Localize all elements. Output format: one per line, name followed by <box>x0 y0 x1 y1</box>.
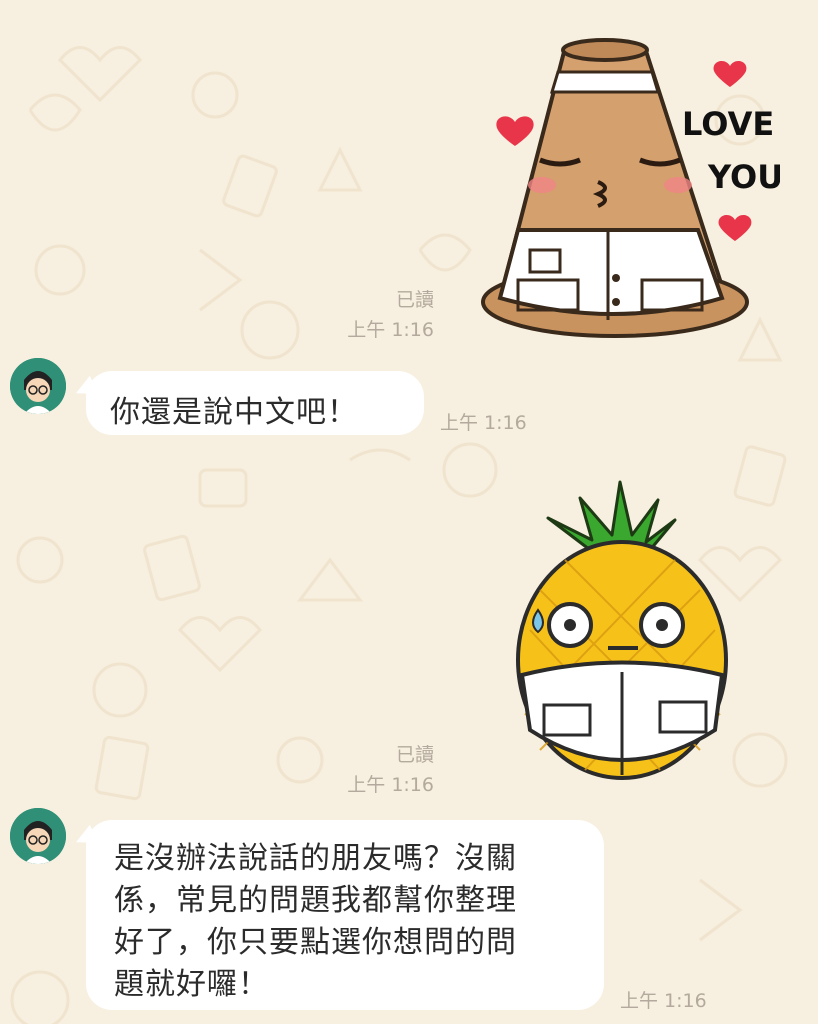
traffic-cone-kiss-sticker[interactable]: LOVE YOU <box>470 30 780 340</box>
message-bubble[interactable]: 你還是說中文吧！ <box>86 371 424 435</box>
message-time: 上午 1:16 <box>620 990 707 1012</box>
message-time: 上午 1:16 <box>347 319 434 341</box>
message-1-meta: 已讀 上午 1:16 <box>347 285 434 345</box>
message-time: 上午 1:16 <box>347 774 434 796</box>
message-time: 上午 1:16 <box>440 412 527 434</box>
message-text: 是沒辦法說話的朋友嗎？沒關 係，常見的問題我都幫你整理 好了，你只要點選你想問的… <box>86 820 604 1006</box>
read-receipt: 已讀 <box>395 744 434 766</box>
avatar-face-icon <box>10 358 66 414</box>
message-line: 題就好囉！ <box>114 967 269 1002</box>
sticker-text-love: LOVE <box>682 105 774 143</box>
read-receipt: 已讀 <box>395 289 434 311</box>
pineapple-sweat-sticker[interactable] <box>510 480 735 785</box>
message-line: 好了，你只要點選你想問的問 <box>114 925 517 960</box>
chat-area[interactable]: 已讀 上午 1:16 LOVE YOU 你還是說中文吧！ 上午 1:16 已讀 … <box>0 0 818 1024</box>
sticker-text-you: YOU <box>707 158 780 196</box>
heart-icon <box>713 60 747 87</box>
message-line: 是沒辦法說話的朋友嗎？沒關 <box>114 841 517 876</box>
message-3-meta: 已讀 上午 1:16 <box>347 740 434 800</box>
sender-avatar[interactable] <box>10 358 66 414</box>
heart-icon <box>718 214 752 241</box>
sender-avatar[interactable] <box>10 808 66 864</box>
heart-icon <box>496 116 534 146</box>
avatar-face-icon <box>10 808 66 864</box>
message-text: 你還是說中文吧！ <box>110 395 358 430</box>
message-line: 係，常見的問題我都幫你整理 <box>114 883 517 918</box>
message-bubble[interactable]: 是沒辦法說話的朋友嗎？沒關 係，常見的問題我都幫你整理 好了，你只要點選你想問的… <box>86 820 604 1010</box>
